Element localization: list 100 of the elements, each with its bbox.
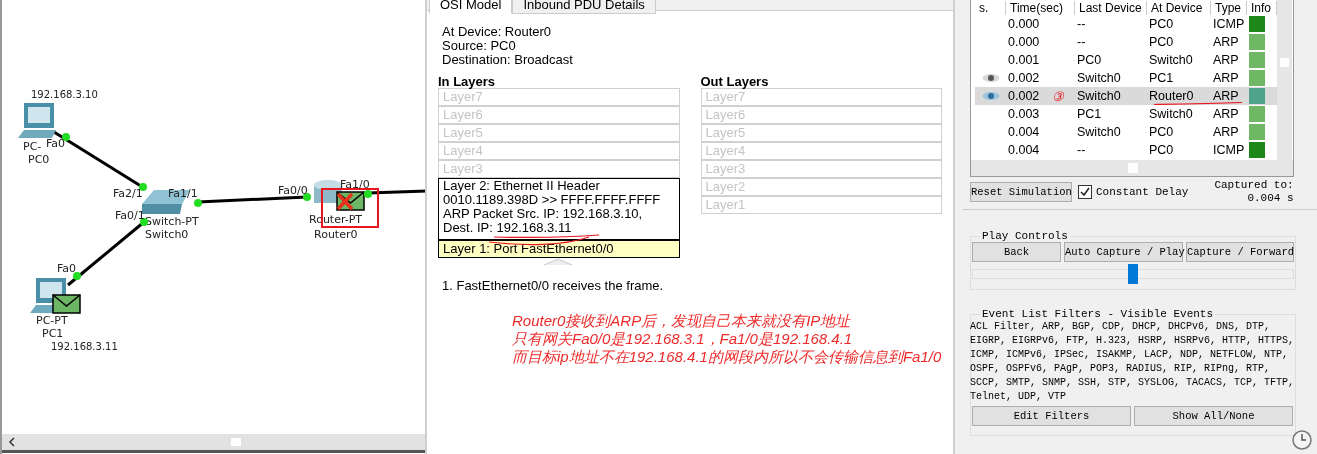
slider-thumb[interactable] [1128, 264, 1138, 284]
collapse-arrow-icon[interactable] [542, 258, 574, 266]
time-cell: 0.004 [1008, 125, 1040, 139]
device-name-label: Router0 [314, 228, 358, 241]
event-row[interactable]: 0.002 ③ Switch0 Router0 ARP [975, 87, 1277, 105]
type-cell: ICMP [1213, 17, 1245, 31]
type-cell: ARP [1213, 71, 1239, 85]
at-device-cell: Switch0 [1149, 53, 1193, 67]
osi-layer[interactable]: Layer 2: Ethernet II Header 0010.1189.398D >> FFFF.FFFF.FFFF ARP Packet Src. IP: 192.168.3.10, Dest. IP: 192.168.3.11 [438, 178, 680, 240]
time-cell: 0.002 [1008, 71, 1040, 85]
play-control-button[interactable]: Back [972, 242, 1061, 262]
layers-heading: In Layers [438, 75, 497, 88]
info-color-square[interactable] [1249, 88, 1265, 104]
device-name-label: PC0 [28, 153, 50, 166]
port-label: Fa2/1 [113, 187, 143, 200]
event-row[interactable]: 0.001 PC0 Switch0 ARP [975, 51, 1277, 69]
step-description: 1. FastEthernet0/0 receives the frame. [441, 278, 665, 293]
annotation-text: 只有网关Fa0/0是192.168.3.1，Fa1/0是192.168.4.1 [512, 330, 854, 348]
vertical-scrollbar[interactable] [1277, 0, 1292, 160]
type-cell: ICMP [1213, 143, 1245, 157]
annotation-text: Router0接收到ARP后，发现自己本来就没有IP地址 [512, 312, 852, 330]
at-device-cell: Router0 [1149, 89, 1194, 103]
port-label: Fa0 [46, 137, 66, 150]
checkbox[interactable] [1078, 185, 1092, 199]
at-device-cell: PC0 [1149, 35, 1174, 49]
horizontal-scrollbar[interactable] [2, 434, 425, 453]
port-status-dot [303, 193, 311, 201]
info-color-square[interactable] [1249, 124, 1265, 140]
last-device-cell: Switch0 [1077, 71, 1121, 85]
info-line: Source: PC0 [442, 39, 517, 53]
scroll-thumb[interactable] [231, 438, 241, 446]
column-header[interactable]: Last Device [1075, 1, 1147, 15]
event-row[interactable]: 0.004 Switch0 PC0 ARP [975, 123, 1277, 141]
filter-button[interactable]: Edit Filters [972, 406, 1131, 426]
group-title: Play Controls [981, 230, 1069, 242]
info-color-square[interactable] [1249, 142, 1265, 158]
type-cell: ARP [1213, 125, 1239, 139]
layer-detail-line: ARP Packet Src. IP: 192.168.3.10, [443, 207, 644, 221]
port-status-dot [139, 183, 147, 191]
port-label: Fa0/0 [278, 184, 308, 197]
annotation-step-mark: ③ [1052, 88, 1064, 104]
last-device-cell: -- [1077, 35, 1086, 49]
port-label: Fa0/1 [115, 209, 145, 222]
column-header[interactable]: Type [1211, 1, 1247, 15]
type-cell: ARP [1213, 107, 1239, 121]
ip-label: 192.168.3.11 [51, 341, 118, 352]
reset-simulation-button[interactable]: Reset Simulation [970, 182, 1072, 202]
play-control-button[interactable]: Capture / Forward [1186, 242, 1294, 262]
last-device-cell: PC0 [1077, 53, 1102, 67]
annotation-text: 而目标ip地址不在192.168.4.1的网段内所以不会传输信息到Fa1/0 [512, 348, 942, 366]
scroll-left-icon[interactable] [8, 437, 16, 447]
event-row[interactable]: 0.000 -- PC0 ARP [975, 33, 1277, 51]
clock-icon[interactable] [1291, 429, 1313, 451]
port-status-dot [73, 272, 81, 280]
event-row[interactable]: 0.002 Switch0 PC1 ARP [975, 69, 1277, 87]
column-header[interactable]: Time(sec) [1006, 1, 1075, 15]
port-status-dot [62, 133, 70, 141]
info-line: Destination: Broadcast [442, 53, 574, 67]
port-status-dot [194, 199, 202, 207]
info-color-square[interactable] [1249, 34, 1265, 50]
tab[interactable]: OSI Model [429, 0, 513, 14]
event-row[interactable]: 0.000 -- PC0 ICMP [975, 15, 1277, 33]
info-line: At Device: Router0 [442, 25, 553, 39]
play-control-button[interactable]: Auto Capture / Play [1064, 242, 1183, 262]
last-device-cell: PC1 [1077, 107, 1102, 121]
info-color-square[interactable] [1249, 52, 1265, 68]
time-cell: 0.000 [1008, 35, 1040, 49]
column-header[interactable]: At Device [1147, 1, 1211, 15]
layers-heading: Out Layers [700, 75, 770, 88]
captured-label: Captured to: [1214, 179, 1294, 192]
at-device-cell: PC1 [1149, 71, 1174, 85]
device-name-label: Switch0 [145, 228, 189, 241]
info-color-square[interactable] [1249, 70, 1265, 86]
port-label: Fa1/0 [340, 178, 370, 191]
at-device-cell: PC0 [1149, 125, 1174, 139]
layer-detail-line: Layer 2: Ethernet II Header [443, 179, 601, 193]
event-row[interactable]: 0.004 -- PC0 ICMP [975, 141, 1277, 159]
column-header[interactable]: s. [975, 1, 1006, 15]
envelope-icon[interactable] [336, 191, 365, 211]
event-row[interactable]: 0.003 PC1 Switch0 ARP [975, 105, 1277, 123]
info-color-square[interactable] [1249, 16, 1265, 32]
time-cell: 0.000 [1008, 17, 1040, 31]
last-device-cell: Switch0 [1077, 89, 1121, 103]
device-model-label: PC-PT [36, 314, 68, 327]
layer-detail-line: Dest. IP: 192.168.3.11 [443, 221, 573, 235]
horizontal-scrollbar[interactable] [971, 160, 1293, 176]
info-color-square[interactable] [1249, 106, 1265, 122]
envelope-icon[interactable] [52, 294, 81, 314]
filter-button[interactable]: Show All/None [1134, 406, 1293, 426]
visible-events-list: ACL Filter, ARP, BGP, CDP, DHCP, DHCPv6, DNS, DTP, EIGRP, EIGRPv6, FTP, H.323, HSRP, HSRPv6, HTTP, HTTPS, ICMP, ICMPv6, IPSec, ISAKMP, LACP, NDP, NETFLOW, NTP, OSPF, OSPFv6, PAgP, POP3, RADIUS, RIP, RIPng, RTP, SCCP, SMTP, SNMP, SSH, STP, SYSLOG, TACACS, TCP, TFTP, Telnet, UDP, VTP [970, 320, 1296, 404]
time-cell: 0.001 [1008, 53, 1040, 67]
type-cell: ARP [1213, 53, 1239, 67]
osi-layer[interactable]: Layer 1: Port FastEthernet0/0 [438, 240, 680, 258]
time-cell: 0.004 [1008, 143, 1040, 157]
speed-slider[interactable] [972, 264, 1294, 284]
constant-delay-checkbox[interactable]: Constant Delay [1078, 185, 1189, 199]
type-cell: ARP [1213, 35, 1239, 49]
last-device-cell: -- [1077, 143, 1086, 157]
device-model-label: PC- [23, 140, 42, 153]
tab[interactable]: Inbound PDU Details [512, 0, 656, 14]
